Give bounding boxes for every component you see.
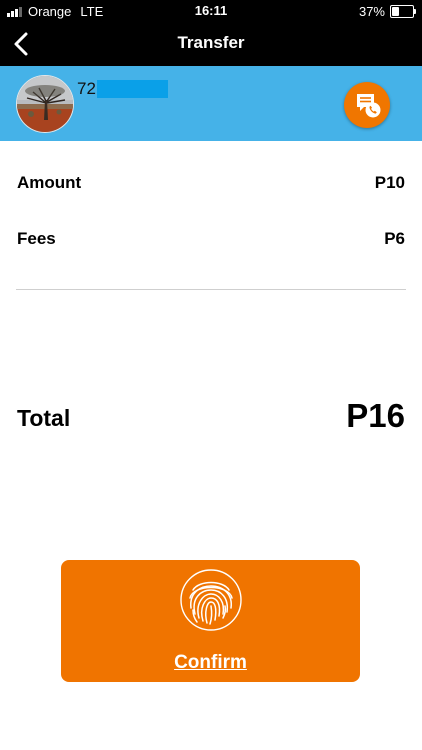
total-label: Total <box>17 405 71 431</box>
avatar-image <box>17 76 73 132</box>
fees-label: Fees <box>17 229 56 248</box>
contact-support-button[interactable] <box>344 82 390 128</box>
avatar <box>16 75 74 133</box>
battery-percent: 37% <box>358 4 385 19</box>
redacted-number <box>97 80 168 98</box>
nav-bar: Transfer <box>0 22 422 66</box>
amount-value: P10 <box>374 173 405 192</box>
status-bar: Orange LTE 16:11 37% <box>0 0 422 22</box>
battery-icon <box>390 5 416 18</box>
confirm-label[interactable]: Confirm <box>61 652 360 674</box>
message-phone-icon <box>357 94 381 118</box>
fingerprint-icon <box>180 569 242 631</box>
divider <box>16 289 406 290</box>
status-right: 37% <box>358 4 416 19</box>
battery-fill <box>392 7 399 16</box>
confirm-button[interactable]: Confirm <box>61 560 360 682</box>
amount-label: Amount <box>17 173 82 192</box>
total-value: P16 <box>346 397 405 434</box>
page-title: Transfer <box>177 33 245 52</box>
fees-value: P6 <box>384 229 405 248</box>
recipient-number: 72 <box>77 79 96 98</box>
